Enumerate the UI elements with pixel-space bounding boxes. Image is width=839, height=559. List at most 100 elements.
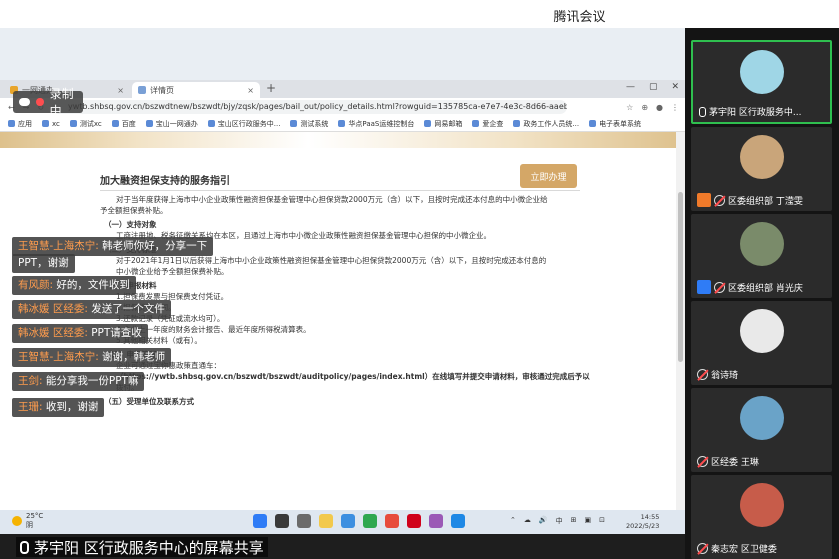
tray-icon[interactable]: ⊞ xyxy=(571,516,577,526)
participants-panel: 茅宇阳 区行政服务中... 区委组织部 丁滢雯 区委组织部 肖光庆翁诗琦区经委 王琳… xyxy=(685,28,839,559)
participant-tile[interactable]: 区委组织部 丁滢雯 xyxy=(691,127,832,211)
bookmark-item[interactable]: 测试xc xyxy=(69,119,102,129)
weather-widget[interactable]: 25°C 阴 xyxy=(12,512,43,530)
favicon-icon xyxy=(138,86,146,94)
mail-icon[interactable] xyxy=(341,514,355,528)
recording-label: 录制中 xyxy=(49,87,74,118)
new-tab-button[interactable]: + xyxy=(266,81,276,95)
close-tab-icon[interactable]: × xyxy=(117,86,124,95)
meeting-window: 腾讯会议 录制中 一网通办 × 详情页 × + — ▢ ✕ ← ywtb.shb… xyxy=(0,0,839,559)
bookmark-label: 网易邮箱 xyxy=(434,119,463,128)
bookmark-item[interactable]: 政务工作人员统... xyxy=(513,119,579,129)
task-view-icon[interactable] xyxy=(297,514,311,528)
bookmark-item[interactable]: 电子表单系统 xyxy=(589,119,641,129)
bookmark-favicon-icon xyxy=(290,120,298,127)
close-tab-icon[interactable]: × xyxy=(247,86,254,95)
bookmark-favicon-icon xyxy=(42,120,49,127)
muted-mic-icon xyxy=(714,194,725,206)
tab-details[interactable]: 详情页 × xyxy=(132,82,260,98)
start-icon[interactable] xyxy=(253,514,267,528)
url-field[interactable]: ywtb.shbsq.gov.cn/bszwdtnew/bszwdt/bjy/z… xyxy=(52,100,567,114)
bookmark-item[interactable]: xc xyxy=(42,120,60,128)
muted-mic-icon xyxy=(697,543,708,554)
participant-name: 区委组织部 肖光庆 xyxy=(728,283,803,294)
bookmark-label: 应用 xyxy=(18,119,32,128)
address-bar-row: ← → ↻ ywtb.shbsq.gov.cn/bszwdtnew/bszwdt… xyxy=(0,98,685,116)
page-banner-decoration xyxy=(0,132,685,148)
app-icon[interactable] xyxy=(451,514,465,528)
chat-message: 王剑: 能分享我一份PPT嘛 xyxy=(12,372,145,391)
participant-tile[interactable]: 茅宇阳 区行政服务中... xyxy=(691,40,832,124)
bookmark-item[interactable]: 华点PaaS运维控制台 xyxy=(338,119,414,129)
clock[interactable]: 14:55 2022/5/23 xyxy=(626,513,659,531)
tray-icon[interactable]: ▣ xyxy=(584,516,591,526)
wps-icon[interactable] xyxy=(407,514,421,528)
participant-name-row: 茅宇阳 区行政服务中... xyxy=(699,105,826,118)
chat-sender: 王智慧-上海杰宁: xyxy=(18,351,99,363)
chat-sender: 王智慧-上海杰宁: xyxy=(18,240,99,252)
share-caption-bar: 茅宇阳 区行政服务中心的屏幕共享 xyxy=(0,534,685,559)
participant-tile[interactable]: 区经委 王琳 xyxy=(691,388,832,472)
minimize-button[interactable]: — xyxy=(626,82,635,92)
share-caption-text: 茅宇阳 区行政服务中心的屏幕共享 xyxy=(34,538,264,557)
bookmark-favicon-icon xyxy=(513,120,521,127)
policy-paragraph: （https://ywtb.shbsq.gov.cn/bszwdt/bszwdt… xyxy=(116,372,590,381)
chat-message: 王珊: 收到，谢谢 xyxy=(12,398,105,417)
microphone-icon xyxy=(20,540,29,554)
bookmark-item[interactable]: 爱企查 xyxy=(472,119,503,129)
bookmark-item[interactable]: 百度 xyxy=(111,119,136,129)
search-icon[interactable] xyxy=(275,514,289,528)
shared-screen: 录制中 一网通办 × 详情页 × + — ▢ ✕ ← ywtb.shbsq.go… xyxy=(0,28,685,534)
tray-icon[interactable]: ⊡ xyxy=(599,516,605,526)
page-scrollbar[interactable] xyxy=(676,132,685,534)
bookmark-label: 测试xc xyxy=(79,119,102,128)
bookmark-star-icon[interactable]: ☆ xyxy=(626,103,633,112)
chat-text: 谢谢，韩老师 xyxy=(98,351,166,363)
participant-name: 翁诗琦 xyxy=(711,371,739,381)
close-window-button[interactable]: ✕ xyxy=(671,82,679,92)
bookmark-favicon-icon xyxy=(145,120,153,127)
tray-icon[interactable]: 🔊 xyxy=(539,516,548,526)
participant-tile[interactable]: 区委组织部 肖光庆 xyxy=(691,214,832,298)
chrome-icon[interactable] xyxy=(385,514,399,528)
bookmark-item[interactable]: 测试系统 xyxy=(290,119,328,129)
extensions-icon[interactable]: ⊕ xyxy=(641,103,648,112)
bookmark-label: 宝山区行政服务中... xyxy=(217,119,281,128)
bookmark-item[interactable]: 宝山一网通办 xyxy=(145,119,198,129)
chat-text: 能分享我一份PPT嘛 xyxy=(42,375,139,387)
bookmark-label: 宝山一网通办 xyxy=(155,119,198,128)
profile-icon[interactable]: ● xyxy=(656,103,663,112)
windows-taskbar: 25°C 阴 ⌃ ☁ 🔊 中 ⊞ ▣ ⊡ 14:55 2022/5/23 xyxy=(0,510,685,534)
apply-now-button[interactable]: 立即办理 xyxy=(520,164,577,188)
participant-name: 秦志宏 区卫健委 xyxy=(711,545,777,555)
tray-icon[interactable]: ⌃ xyxy=(510,516,516,526)
browser-actions: ☆ ⊕ ● ⋮ xyxy=(626,103,679,112)
maximize-button[interactable]: ▢ xyxy=(649,82,658,92)
menu-icon[interactable]: ⋮ xyxy=(671,103,679,112)
clock-date: 2022/5/23 xyxy=(626,522,660,530)
participant-name-row: 区经委 王琳 xyxy=(697,455,828,468)
avatar xyxy=(739,483,784,527)
policy-paragraph: （五）受理单位及联系方式 xyxy=(104,397,194,406)
participant-name: 区委组织部 丁滢雯 xyxy=(728,196,803,207)
taskbar-apps xyxy=(253,514,465,528)
participant-tile[interactable]: 秦志宏 区卫健委 xyxy=(691,475,832,559)
bookmark-item[interactable]: 宝山区行政服务中... xyxy=(207,119,281,129)
participant-name-row: 翁诗琦 xyxy=(697,368,828,381)
tray-icon[interactable]: ☁ xyxy=(524,516,531,526)
bookmark-item[interactable]: 应用 xyxy=(8,119,32,129)
weather-icon xyxy=(12,516,22,526)
tray-icon[interactable]: 中 xyxy=(556,516,563,526)
chat-text: 韩老师你好，分享一下 xyxy=(98,240,208,252)
file-explorer-icon[interactable] xyxy=(319,514,333,528)
participant-tile[interactable]: 翁诗琦 xyxy=(691,301,832,385)
bookmark-label: 政务工作人员统... xyxy=(523,119,580,128)
tencent-meeting-icon[interactable] xyxy=(363,514,377,528)
bookmark-item[interactable]: 网易邮箱 xyxy=(424,119,462,129)
muted-mic-icon xyxy=(697,369,708,380)
scrollbar-thumb[interactable] xyxy=(678,192,683,362)
app-icon[interactable] xyxy=(429,514,443,528)
page-heading: 加大融资担保支持的服务指引 xyxy=(100,176,230,187)
recording-indicator[interactable]: 录制中 xyxy=(13,87,83,118)
avatar xyxy=(739,135,784,179)
